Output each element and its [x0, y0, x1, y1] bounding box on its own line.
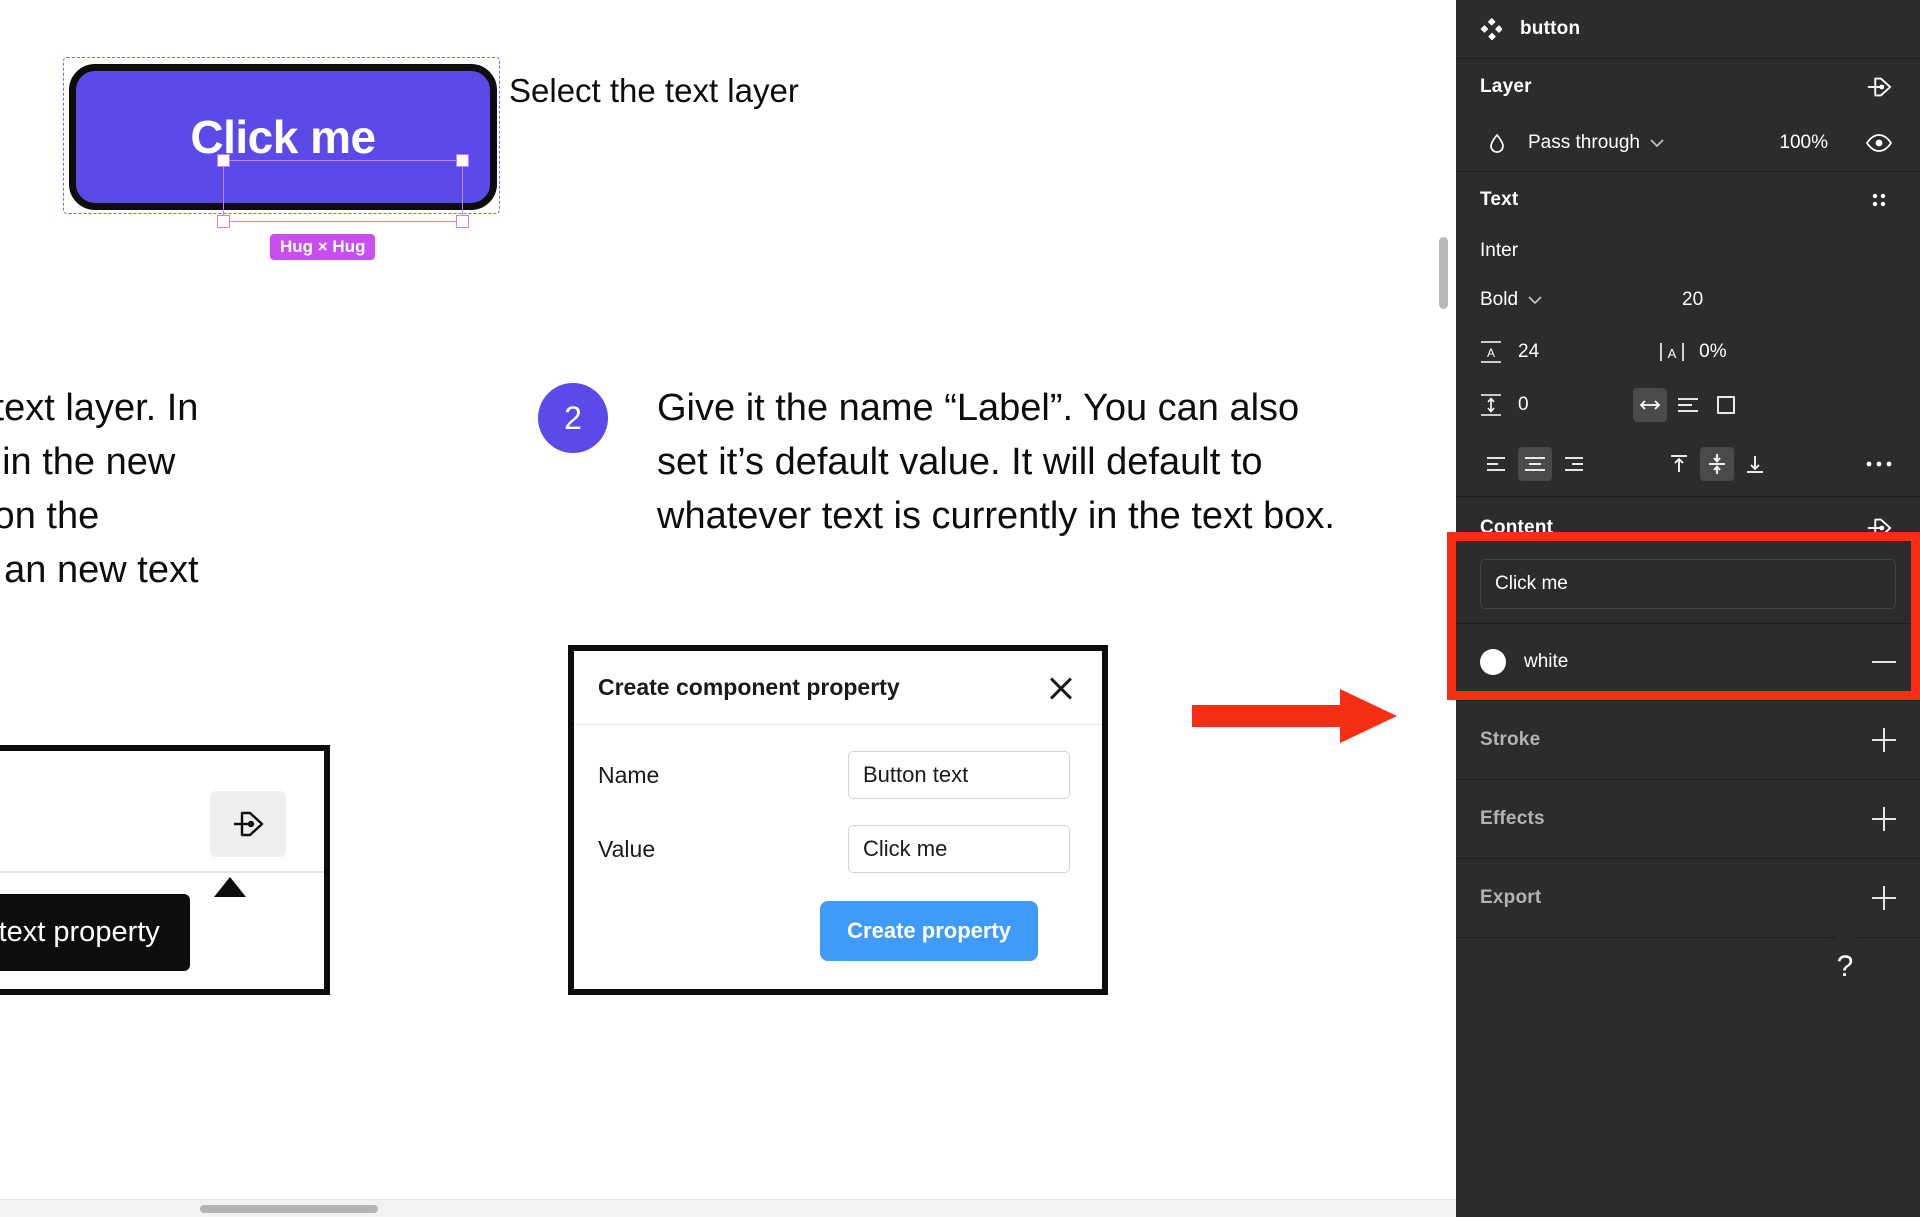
font-family-value[interactable]: Inter: [1480, 240, 1518, 262]
canvas-vertical-scrollbar[interactable]: [1439, 237, 1448, 309]
layer-section-title: Layer: [1480, 76, 1532, 97]
selection-handle-bottom-right[interactable]: [456, 215, 469, 228]
apply-text-property-tooltip: Apply text property: [0, 894, 190, 971]
step-2-badge: 2: [538, 383, 608, 453]
field-row-name: Name Button text: [598, 751, 1070, 799]
value-field-input[interactable]: Click me: [848, 825, 1070, 873]
align-bottom-icon[interactable]: [1738, 447, 1772, 481]
align-top-icon[interactable]: [1662, 447, 1696, 481]
paragraph-spacing-value[interactable]: 0: [1518, 394, 1529, 416]
dialog-footer: Create property: [598, 899, 1070, 961]
svg-text:A: A: [1487, 346, 1495, 360]
fill-color-swatch[interactable]: [1480, 649, 1506, 675]
content-section-title: Content: [1480, 517, 1554, 538]
apply-property-icon[interactable]: [1862, 70, 1896, 104]
export-section-title: Export: [1480, 887, 1542, 908]
align-middle-icon[interactable]: [1700, 447, 1734, 481]
letter-spacing-value[interactable]: 0%: [1699, 341, 1726, 363]
size-badge: Hug × Hug: [270, 234, 376, 260]
blend-mode-value[interactable]: Pass through: [1528, 132, 1640, 154]
help-button[interactable]: ?: [1814, 936, 1876, 998]
minus-icon[interactable]: [1872, 650, 1896, 674]
text-options-icon[interactable]: [1862, 183, 1896, 217]
apply-text-property-icon: [234, 811, 264, 837]
canvas-horizontal-scrollbar[interactable]: [0, 1199, 1456, 1217]
value-field-label: Value: [598, 835, 656, 862]
section-stroke: Stroke: [1456, 701, 1920, 780]
plus-icon[interactable]: [1872, 728, 1896, 752]
line-height-icon: A: [1480, 340, 1502, 364]
effects-section-title: Effects: [1480, 808, 1545, 829]
dialog-body: Name Button text Value Click me Create p…: [574, 725, 1102, 961]
component-icon: [1480, 18, 1502, 40]
purple-arrow-icon: [400, 0, 630, 30]
step-2-text: Give it the name “Label”. You can also s…: [657, 387, 1335, 537]
name-field-label: Name: [598, 761, 660, 788]
section-effects: Effects: [1456, 780, 1920, 859]
apply-property-icon[interactable]: [1862, 511, 1896, 545]
text-section-title: Text: [1480, 189, 1519, 210]
section-layer: Layer Pass through 100%: [1456, 59, 1920, 172]
properties-panel: button Layer Pass through 100% Text Inte…: [1447, 0, 1920, 1217]
plus-icon[interactable]: [1872, 886, 1896, 910]
paragraph-spacing-icon: [1480, 393, 1502, 417]
create-component-property-dialog: Create component property Name Button te…: [568, 645, 1108, 995]
red-arrow-annotation: [1192, 689, 1397, 743]
layer-name: button: [1520, 18, 1581, 39]
canvas-horizontal-scrollbar-thumb[interactable]: [200, 1205, 378, 1213]
name-field-input[interactable]: Button text: [848, 751, 1070, 799]
font-size-value[interactable]: 20: [1682, 289, 1703, 311]
auto-height-icon[interactable]: [1671, 388, 1705, 422]
paragraph-left-clipped: k me” text layer. In panel, in the new ,…: [0, 387, 199, 591]
chevron-down-icon[interactable]: [1528, 295, 1542, 305]
section-export: Export: [1456, 859, 1920, 938]
plus-icon[interactable]: [1872, 807, 1896, 831]
chevron-down-icon[interactable]: [1650, 138, 1664, 148]
opacity-value[interactable]: 100%: [1779, 132, 1828, 154]
section-fill: white: [1456, 624, 1920, 701]
align-text-right-icon[interactable]: [1556, 447, 1590, 481]
create-property-button[interactable]: Create property: [820, 901, 1038, 961]
text-layer-selection-box[interactable]: [217, 154, 469, 228]
align-text-center-icon[interactable]: [1518, 447, 1552, 481]
dialog-title: Create component property: [598, 674, 900, 700]
align-text-left-icon[interactable]: [1480, 447, 1514, 481]
stroke-section-title: Stroke: [1480, 729, 1541, 750]
section-content: Content Click me: [1456, 497, 1920, 624]
content-value-input[interactable]: Click me: [1480, 559, 1896, 609]
fill-name[interactable]: white: [1524, 651, 1568, 673]
field-row-value: Value Click me: [598, 825, 1070, 873]
more-options-icon[interactable]: [1862, 447, 1896, 481]
selection-handle-top-right[interactable]: [456, 154, 469, 167]
dialog-header: Create component property: [574, 651, 1102, 725]
blend-mode-icon: [1480, 126, 1514, 160]
line-height-value[interactable]: 24: [1518, 341, 1539, 363]
fixed-size-icon[interactable]: [1709, 388, 1743, 422]
caption-select-text-layer: Select the text layer: [509, 72, 799, 109]
close-icon[interactable]: [1044, 671, 1078, 705]
tooltip-tail: [214, 877, 246, 897]
screenshot-root: Click me Hug × Hug Select the text layer…: [0, 0, 1920, 1217]
section-text: Text Inter Bold 20 A 24 A 0% 0: [1456, 172, 1920, 497]
letter-spacing-icon: A: [1659, 340, 1685, 364]
eye-icon[interactable]: [1862, 126, 1896, 160]
apply-text-property-button[interactable]: [210, 791, 286, 857]
selection-handle-bottom-left[interactable]: [217, 215, 230, 228]
panel-layer-header: button: [1456, 0, 1920, 59]
sample-button-group[interactable]: Click me Hug × Hug: [63, 57, 500, 260]
font-style-value[interactable]: Bold: [1480, 289, 1518, 311]
tutorial-canvas: Click me Hug × Hug Select the text layer…: [0, 0, 1456, 1217]
svg-text:A: A: [1668, 346, 1677, 361]
auto-width-icon[interactable]: [1632, 388, 1667, 422]
selection-handle-top-left[interactable]: [217, 154, 230, 167]
